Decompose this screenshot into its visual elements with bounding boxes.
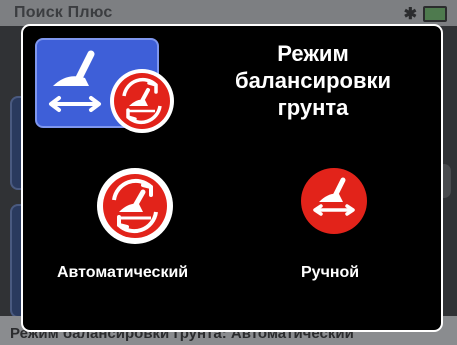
option-auto-label[interactable]: Автоматический (57, 264, 188, 282)
auto-balance-badge-icon (110, 69, 174, 133)
background-top-bar: Поиск Плюс ✱ (0, 0, 457, 26)
status-area: ✱ (404, 4, 447, 24)
battery-icon (423, 6, 447, 22)
detector-icon (49, 50, 101, 112)
bluetooth-icon: ✱ (403, 6, 417, 23)
current-mode-tile[interactable] (35, 38, 174, 133)
background-title: Поиск Плюс (14, 4, 113, 21)
option-manual-label[interactable]: Ручной (301, 264, 359, 282)
manual-balance-icon (301, 168, 367, 234)
dialog-title: Режим балансировки грунта (234, 41, 392, 120)
option-manual-button[interactable] (299, 166, 369, 241)
auto-balance-icon (97, 168, 173, 244)
ground-balance-dialog: Режим балансировки грунта Автоматический… (21, 24, 443, 332)
option-auto-button[interactable] (95, 166, 175, 251)
